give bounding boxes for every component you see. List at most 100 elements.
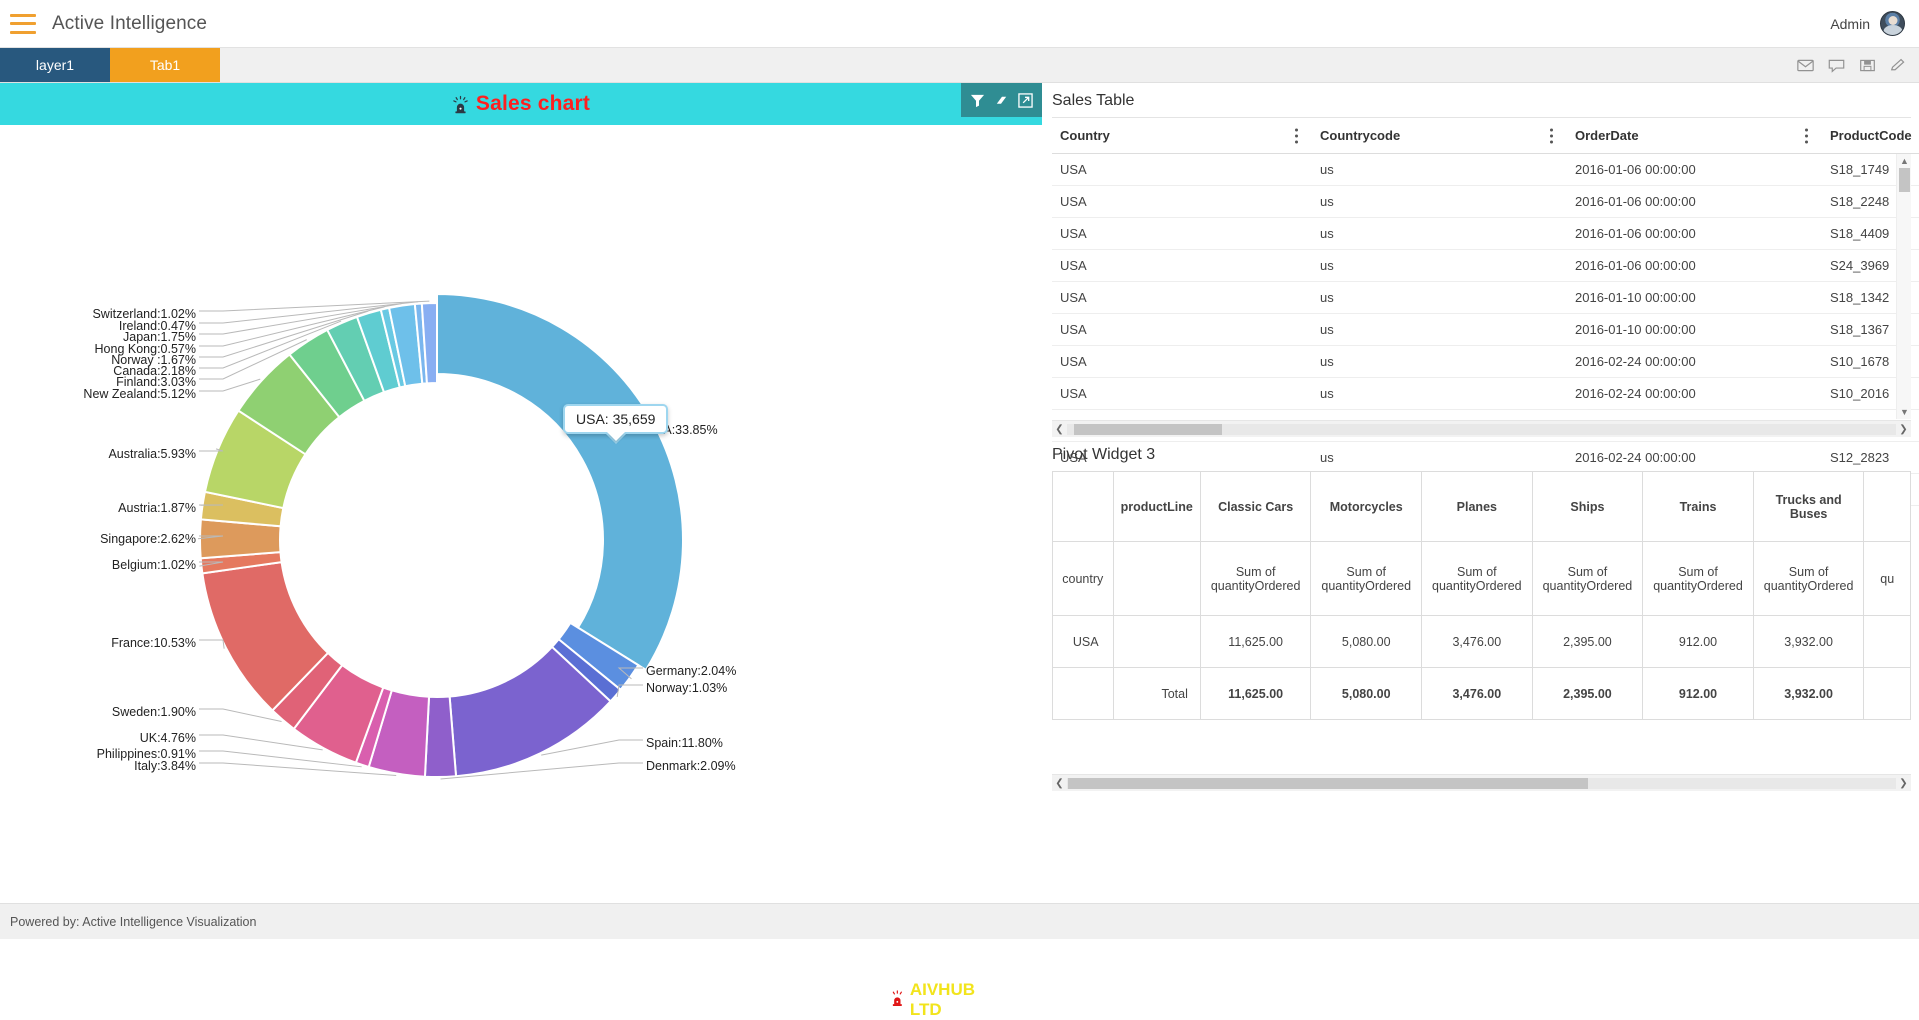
pivot-total-blank (1053, 668, 1114, 720)
column-header-productcode[interactable]: ProductCode (1822, 118, 1919, 154)
sales-table-title: Sales Table (1042, 83, 1919, 117)
footer-powered-by: Powered by: Active Intelligence Visualiz… (10, 915, 256, 929)
column-header-orderdate[interactable]: OrderDate (1567, 118, 1822, 154)
pie-label-singapore: Singapore:2.62% (100, 533, 196, 546)
tab-layer1[interactable]: layer1 (0, 48, 110, 82)
sales-table-body: USAus2016-01-06 00:00:00S18_1749USAus201… (1052, 154, 1919, 506)
column-label: Country (1060, 128, 1110, 143)
column-header-country[interactable]: Country (1052, 118, 1312, 154)
table-row[interactable]: USAus2016-01-10 00:00:00S18_1367 (1052, 314, 1919, 346)
table-cell: us (1312, 314, 1567, 346)
table-cell: USA (1052, 314, 1312, 346)
table-row[interactable]: USAus2016-01-06 00:00:00S18_1749 (1052, 154, 1919, 186)
table-cell: 2016-01-10 00:00:00 (1567, 282, 1822, 314)
pivot-data-row[interactable]: USA11,625.005,080.003,476.002,395.00912.… (1053, 616, 1911, 668)
table-cell: 2016-01-10 00:00:00 (1567, 314, 1822, 346)
table-cell: USA (1052, 442, 1312, 474)
chart-title: Sales chart (476, 92, 590, 116)
table-cell: 2016-02-24 00:00:00 (1567, 442, 1822, 474)
scroll-thumb[interactable] (1899, 168, 1910, 192)
siren-icon (452, 95, 469, 114)
pivot-total-value: 5,080.00 (1311, 668, 1422, 720)
scroll-left-icon[interactable]: ❮ (1052, 775, 1067, 792)
table-cell: 2016-02-24 00:00:00 (1567, 346, 1822, 378)
table-row[interactable]: USAus2016-01-06 00:00:00S24_3969 (1052, 250, 1919, 282)
pivot-horizontal-scrollbar[interactable]: ❮ ❯ (1052, 774, 1911, 791)
pie-label-new-zealand: New Zealand:5.12% (83, 388, 196, 401)
pie-slice[interactable] (437, 294, 683, 670)
siren-icon (890, 990, 905, 1010)
avatar[interactable] (1880, 11, 1905, 36)
eraser-icon[interactable] (994, 93, 1009, 108)
table-cell: USA (1052, 378, 1312, 410)
pivot-corner-cell (1053, 472, 1114, 542)
table-row[interactable]: USAus2016-01-06 00:00:00S18_4409 (1052, 218, 1919, 250)
pie-label-italy: Italy:3.84% (134, 760, 196, 773)
pivot-total-row: Total11,625.005,080.003,476.002,395.0091… (1053, 668, 1911, 720)
tab-strip-actions (1797, 48, 1919, 82)
pivot-col-overflow (1864, 472, 1911, 542)
pivot-total-value: 11,625.00 (1200, 668, 1311, 720)
scroll-right-icon[interactable]: ❯ (1896, 421, 1911, 438)
scroll-up-icon[interactable]: ▲ (1897, 154, 1912, 168)
column-header-countrycode[interactable]: Countrycode (1312, 118, 1567, 154)
pivot-row-dimension-label: country (1053, 542, 1114, 616)
sales-table-horizontal-scrollbar[interactable]: ❮ ❯ (1052, 420, 1911, 437)
pivot-total-label: Total (1113, 668, 1200, 720)
pivot-header-row: productLine Classic Cars Motorcycles Pla… (1053, 472, 1911, 542)
table-row[interactable]: USAus2016-01-10 00:00:00S18_1342 (1052, 282, 1919, 314)
pivot-value-cell: 912.00 (1643, 616, 1754, 668)
aivhub-logo-text: AIVHUB LTD (910, 980, 975, 1020)
edit-icon[interactable] (1890, 58, 1907, 73)
table-cell: USA (1052, 282, 1312, 314)
pivot-measure-label: Sum of quantityOrdered (1753, 542, 1864, 616)
mail-icon[interactable] (1797, 58, 1814, 73)
pie-label-norway: Norway:1.03% (646, 682, 727, 695)
scroll-down-icon[interactable]: ▼ (1897, 405, 1912, 419)
table-cell: us (1312, 218, 1567, 250)
table-row[interactable]: USAus2016-02-24 00:00:00S10_2016 (1052, 378, 1919, 410)
pie-label-denmark: Denmark:2.09% (646, 760, 736, 773)
tab-tab1[interactable]: Tab1 (110, 48, 220, 82)
table-row[interactable]: USAus2016-02-24 00:00:00S12_2823 (1052, 442, 1919, 474)
sales-chart-widget: Sales chart Switzerland:1.02% Ireland:0.… (0, 83, 1042, 903)
pivot-col-trucks-and-buses: Trucks and Buses (1753, 472, 1864, 542)
pivot-total-value: 3,476.00 (1422, 668, 1533, 720)
pivot-value-cell: 3,476.00 (1422, 616, 1533, 668)
aivhub-logo: AIVHUB LTD (890, 980, 975, 1020)
pivot-measure-row: countrySum of quantityOrderedSum of quan… (1053, 542, 1911, 616)
filter-icon[interactable] (970, 93, 985, 108)
scroll-thumb[interactable] (1068, 778, 1588, 789)
scroll-left-icon[interactable]: ❮ (1052, 421, 1067, 438)
scroll-thumb[interactable] (1074, 424, 1222, 435)
chart-header: Sales chart (0, 83, 1042, 125)
table-row[interactable]: USAus2016-02-24 00:00:00S10_1678 (1052, 346, 1919, 378)
column-menu-icon[interactable] (1805, 128, 1808, 143)
pivot-table-body: countrySum of quantityOrderedSum of quan… (1053, 542, 1911, 720)
pivot-measure-label: Sum of quantityOrdered (1422, 542, 1533, 616)
column-menu-icon[interactable] (1295, 128, 1298, 143)
table-cell: 2016-01-06 00:00:00 (1567, 154, 1822, 186)
table-cell: 2016-01-06 00:00:00 (1567, 250, 1822, 282)
column-menu-icon[interactable] (1550, 128, 1553, 143)
table-row[interactable]: USAus2016-01-06 00:00:00S18_2248 (1052, 186, 1919, 218)
scroll-right-icon[interactable]: ❯ (1896, 775, 1911, 792)
pie-label-austria: Austria:1.87% (118, 502, 196, 515)
pivot-value-overflow (1864, 616, 1911, 668)
comment-icon[interactable] (1828, 58, 1845, 73)
pivot-value-cell: 2,395.00 (1532, 616, 1643, 668)
save-icon[interactable] (1859, 58, 1876, 73)
expand-icon[interactable] (1018, 93, 1033, 108)
pie-slice[interactable] (425, 696, 456, 777)
pivot-measure-label: Sum of quantityOrdered (1532, 542, 1643, 616)
top-bar-right: Admin (1830, 11, 1905, 36)
chart-body[interactable]: Switzerland:1.02% Ireland:0.47% Japan:1.… (0, 125, 1042, 903)
hamburger-icon[interactable] (10, 14, 36, 34)
pivot-measure-overflow: qu (1864, 542, 1911, 616)
sales-table-vertical-scrollbar[interactable]: ▲ ▼ (1896, 154, 1911, 419)
admin-label[interactable]: Admin (1830, 16, 1870, 32)
tab-strip: layer1 Tab1 (0, 48, 1919, 83)
pivot-measure-label: Sum of quantityOrdered (1643, 542, 1754, 616)
table-cell: us (1312, 346, 1567, 378)
top-bar: Active Intelligence Admin (0, 0, 1919, 48)
